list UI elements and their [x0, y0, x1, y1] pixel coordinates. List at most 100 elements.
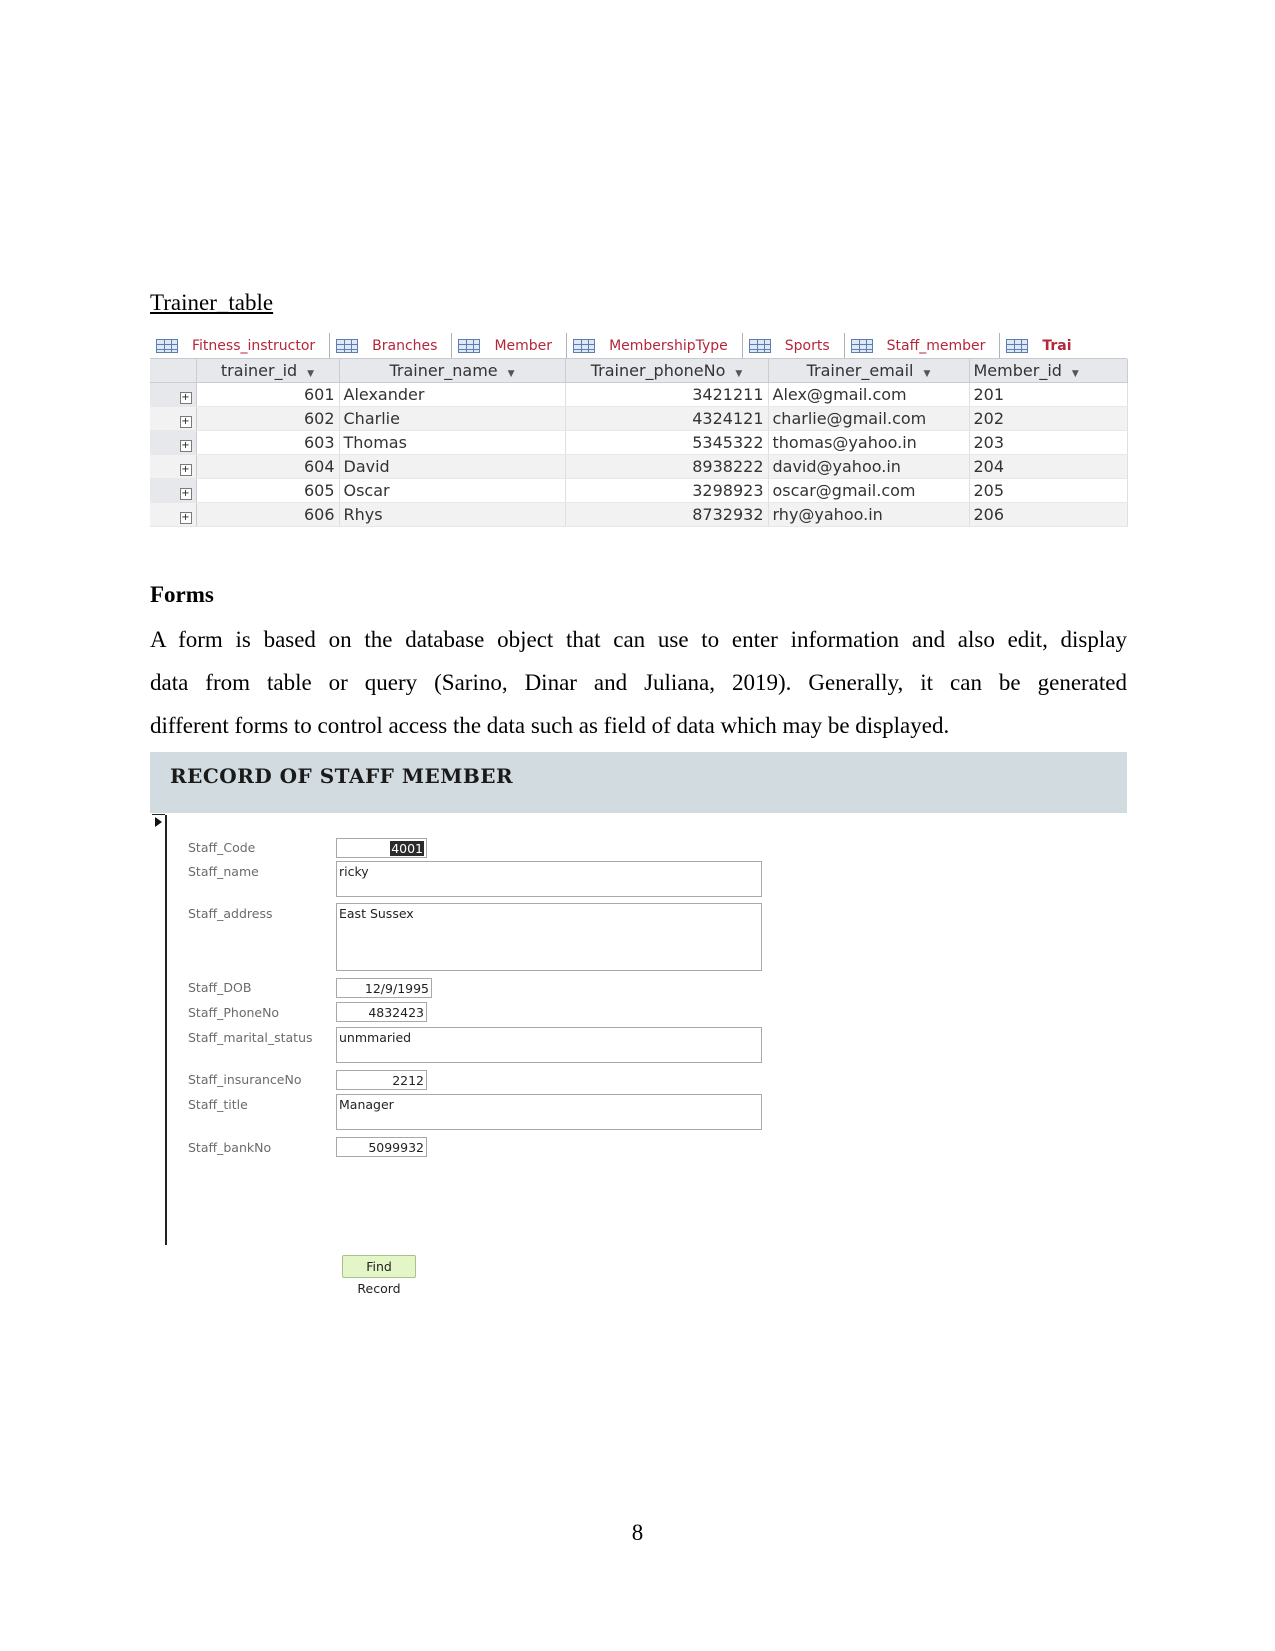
header-row: trainer_id ▼ Trainer_name ▼ Trainer_phoneN…: [150, 359, 1128, 383]
cell-trainer-name[interactable]: Thomas: [339, 430, 566, 455]
staff-address-field[interactable]: East Sussex: [336, 903, 762, 971]
cell-member-id[interactable]: 202: [969, 406, 1128, 431]
expand-subdatasheet-icon[interactable]: +: [179, 416, 192, 428]
tab-staff-member[interactable]: Staff_member: [845, 333, 1001, 358]
paragraph-line: A form is based on the database object t…: [150, 627, 1127, 652]
cell-trainer-email[interactable]: thomas@yahoo.in: [768, 430, 970, 455]
table-row[interactable]: +603 Thomas 5345322 thomas@yahoo.in 203: [150, 430, 1128, 455]
column-header-trainer-phone[interactable]: Trainer_phoneNo ▼: [565, 359, 769, 383]
column-header-member-id[interactable]: Member_id ▼: [969, 359, 1128, 383]
staff-code-label: Staff_Code: [188, 840, 256, 855]
dropdown-arrow-icon[interactable]: ▼: [924, 369, 931, 379]
dropdown-arrow-icon[interactable]: ▼: [307, 369, 314, 379]
cell-member-id[interactable]: 205: [969, 478, 1128, 503]
cell-member-id[interactable]: 206: [969, 502, 1128, 527]
row-selector[interactable]: +: [150, 382, 197, 407]
staff-insurance-field[interactable]: 2212: [336, 1070, 427, 1090]
staff-phone-field[interactable]: 4832423: [336, 1002, 427, 1022]
tab-sports[interactable]: Sports: [743, 333, 845, 358]
tab-label: Staff_member: [886, 337, 986, 354]
cell-trainer-id[interactable]: 604: [196, 454, 340, 479]
select-all-corner[interactable]: [150, 359, 197, 383]
cell-member-id[interactable]: 204: [969, 454, 1128, 479]
cell-trainer-id[interactable]: 603: [196, 430, 340, 455]
cell-trainer-id[interactable]: 606: [196, 502, 340, 527]
expand-subdatasheet-icon[interactable]: +: [179, 392, 192, 404]
staff-marital-field[interactable]: unmmaried: [336, 1027, 762, 1063]
cell-trainer-email[interactable]: oscar@gmail.com: [768, 478, 970, 503]
expand-subdatasheet-icon[interactable]: +: [179, 440, 192, 452]
tab-branches[interactable]: Branches: [330, 333, 453, 358]
row-selector[interactable]: +: [150, 430, 197, 455]
current-record-arrow-icon[interactable]: [155, 817, 162, 827]
table-icon: [850, 338, 873, 353]
table-row[interactable]: +604 David 8938222 david@yahoo.in 204: [150, 454, 1128, 479]
table-icon: [156, 338, 178, 353]
cell-trainer-email[interactable]: rhy@yahoo.in: [768, 502, 970, 527]
cell-trainer-id[interactable]: 601: [196, 382, 340, 407]
column-header-trainer-name[interactable]: Trainer_name ▼: [339, 359, 566, 383]
record-selector-top: [152, 814, 165, 815]
cell-trainer-id[interactable]: 602: [196, 406, 340, 431]
row-selector[interactable]: +: [150, 478, 197, 503]
column-header-trainer-email[interactable]: Trainer_email ▼: [768, 359, 970, 383]
cell-trainer-phoneno[interactable]: 3421211: [565, 382, 769, 407]
record-selector-bar[interactable]: [165, 815, 167, 1245]
table-icon: [748, 338, 771, 353]
cell-trainer-email[interactable]: david@yahoo.in: [768, 454, 970, 479]
cell-trainer-name[interactable]: Rhys: [339, 502, 566, 527]
table-icon: [1006, 338, 1029, 353]
tab-fitness-instructor[interactable]: Fitness_instructor: [150, 333, 331, 358]
staff-dob-field[interactable]: 12/9/1995: [336, 978, 432, 998]
staff-name-field[interactable]: ricky: [336, 861, 762, 897]
expand-subdatasheet-icon[interactable]: +: [179, 512, 192, 524]
table-row[interactable]: +602 Charlie 4324121 charlie@gmail.com 202: [150, 406, 1128, 431]
dropdown-arrow-icon[interactable]: ▼: [735, 369, 742, 379]
dropdown-arrow-icon[interactable]: ▼: [1072, 369, 1079, 379]
table-icon: [458, 338, 481, 353]
row-selector[interactable]: +: [150, 502, 197, 527]
row-selector[interactable]: +: [150, 406, 197, 431]
expand-subdatasheet-icon[interactable]: +: [179, 488, 192, 500]
table-icon: [336, 338, 359, 353]
tab-trainer[interactable]: Trai: [1000, 333, 1086, 358]
cell-trainer-email[interactable]: charlie@gmail.com: [768, 406, 970, 431]
tab-membershiptype[interactable]: MembershipType: [567, 333, 743, 358]
column-label: Trainer_name: [389, 361, 498, 380]
cell-trainer-phoneno[interactable]: 4324121: [565, 406, 769, 431]
find-record-button[interactable]: Find Record: [342, 1255, 416, 1296]
staff-title-field[interactable]: Manager: [336, 1094, 762, 1130]
cell-trainer-phoneno[interactable]: 8938222: [565, 454, 769, 479]
staff-bank-label: Staff_bankNo: [188, 1140, 272, 1155]
cell-trainer-name[interactable]: Oscar: [339, 478, 566, 503]
staff-title-label: Staff_title: [188, 1097, 248, 1112]
cell-trainer-id[interactable]: 605: [196, 478, 340, 503]
object-tabs: Fitness_instructor Branches Member Membe…: [150, 330, 1127, 359]
form-title: RECORD OF STAFF MEMBER: [170, 764, 514, 788]
cell-trainer-phoneno[interactable]: 3298923: [565, 478, 769, 503]
body-paragraph: A form is based on the database object t…: [150, 618, 1127, 747]
cell-trainer-name[interactable]: Alexander: [339, 382, 566, 407]
table-row[interactable]: +605 Oscar 3298923 oscar@gmail.com 205: [150, 478, 1128, 503]
cell-trainer-name[interactable]: David: [339, 454, 566, 479]
cell-trainer-phoneno[interactable]: 5345322: [565, 430, 769, 455]
expand-subdatasheet-icon[interactable]: +: [179, 464, 192, 476]
cell-member-id[interactable]: 201: [969, 382, 1128, 407]
staff-bank-field[interactable]: 5099932: [336, 1137, 427, 1157]
tab-label: Sports: [784, 337, 830, 354]
cell-trainer-phoneno[interactable]: 8732932: [565, 502, 769, 527]
table-row[interactable]: +606 Rhys 8732932 rhy@yahoo.in 206: [150, 502, 1128, 527]
cell-trainer-name[interactable]: Charlie: [339, 406, 566, 431]
trainer-datasheet: Fitness_instructor Branches Member Membe…: [150, 330, 1128, 527]
staff-phone-label: Staff_PhoneNo: [188, 1005, 280, 1020]
table-row[interactable]: +601 Alexander 3421211 Alex@gmail.com 201: [150, 382, 1128, 407]
dropdown-arrow-icon[interactable]: ▼: [508, 369, 515, 379]
section-heading: Forms: [150, 582, 214, 607]
tab-member[interactable]: Member: [452, 333, 568, 358]
row-selector[interactable]: +: [150, 454, 197, 479]
tab-label: MembershipType: [609, 337, 728, 354]
cell-member-id[interactable]: 203: [969, 430, 1128, 455]
staff-code-field[interactable]: 4001: [336, 838, 427, 858]
column-header-trainer-id[interactable]: trainer_id ▼: [196, 359, 340, 383]
cell-trainer-email[interactable]: Alex@gmail.com: [768, 382, 970, 407]
